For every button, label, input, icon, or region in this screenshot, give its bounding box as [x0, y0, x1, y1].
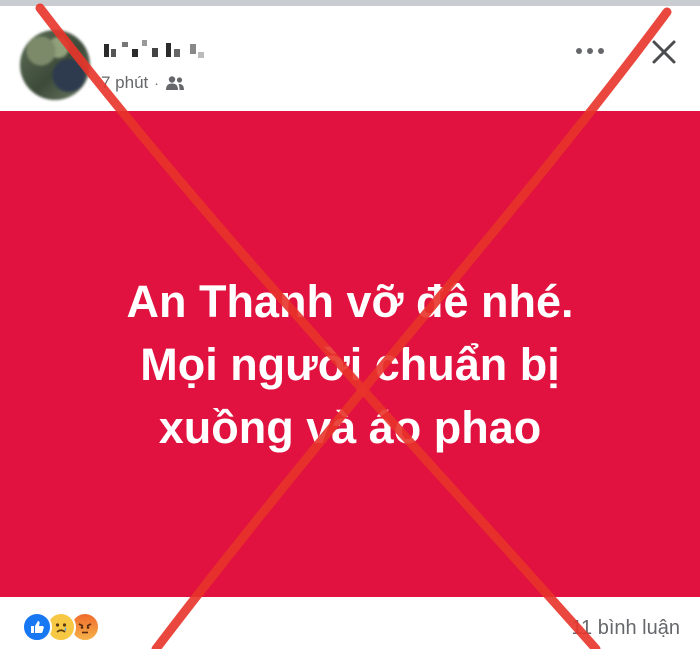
avatar[interactable] — [20, 30, 90, 100]
close-icon — [652, 40, 676, 64]
more-options-button[interactable] — [570, 36, 610, 66]
post-background-card[interactable]: An Thanh vỡ đê nhé. Mọi người chuẩn bị x… — [0, 111, 700, 597]
comment-count[interactable]: 11 bình luận — [571, 617, 680, 640]
post-text-line: An Thanh vỡ đê nhé. — [126, 275, 574, 327]
more-dots-icon — [576, 48, 604, 54]
friends-icon — [165, 76, 184, 90]
meta-separator: · — [154, 75, 159, 91]
post-meta: 7 phút · — [101, 72, 185, 94]
post-header: 7 phút · — [0, 6, 700, 111]
author-name-pixelated[interactable] — [104, 40, 214, 62]
post-time[interactable]: 7 phút — [101, 73, 148, 93]
close-button[interactable] — [644, 32, 684, 72]
like-reaction-icon — [22, 612, 52, 642]
post-text: An Thanh vỡ đê nhé. Mọi người chuẩn bị x… — [126, 270, 573, 459]
post-text-line: Mọi người chuẩn bị — [140, 338, 560, 390]
reaction-summary[interactable] — [22, 612, 100, 642]
post-footer: 11 bình luận — [0, 597, 700, 649]
post-text-line: xuồng và áo phao — [158, 401, 542, 453]
